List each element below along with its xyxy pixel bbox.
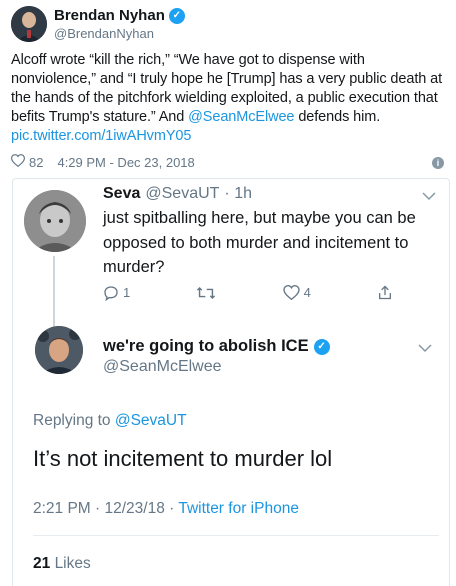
reply-author-name[interactable]: Seva bbox=[103, 185, 140, 203]
brendan-avatar-image bbox=[11, 6, 47, 42]
seva-avatar-image bbox=[24, 190, 86, 252]
outer-author-name-text[interactable]: Brendan Nyhan bbox=[54, 7, 165, 24]
likes-count: 21 bbox=[33, 555, 51, 572]
replying-to: Replying to @SevaUT bbox=[33, 412, 187, 430]
outer-author-name[interactable]: Brendan Nyhan ✓ bbox=[54, 7, 185, 24]
pic-link[interactable]: pic.twitter.com/1iwAHvmY05 bbox=[11, 128, 191, 144]
retweet-icon bbox=[197, 286, 216, 299]
main-author-name-text[interactable]: we're going to abolish ICE bbox=[103, 337, 309, 356]
retweet-button[interactable] bbox=[196, 285, 216, 301]
reply-tweet-text: just spitballing here, but maybe you can… bbox=[103, 209, 416, 276]
seva-avatar[interactable] bbox=[24, 190, 86, 252]
thread-line bbox=[53, 256, 55, 330]
replying-label: Replying to bbox=[33, 412, 115, 429]
sean-avatar[interactable] bbox=[35, 326, 83, 374]
main-author-name[interactable]: we're going to abolish ICE ✓ bbox=[103, 337, 330, 356]
replying-to-link[interactable]: @SevaUT bbox=[115, 412, 187, 429]
main-time-date[interactable]: 2:21 PM · 12/23/18 · bbox=[33, 500, 178, 517]
likes-summary[interactable]: 21 Likes bbox=[33, 555, 91, 573]
brendan-avatar[interactable] bbox=[11, 6, 47, 42]
main-tweet-meta: 2:21 PM · 12/23/18 · Twitter for iPhone bbox=[33, 500, 299, 518]
divider bbox=[33, 535, 439, 536]
outer-tweet-body: Alcoff wrote “kill the rich,” “We have g… bbox=[11, 51, 451, 146]
like-count: 4 bbox=[303, 285, 311, 300]
chevron-down-icon[interactable] bbox=[422, 188, 436, 204]
likes-label: Likes bbox=[54, 555, 91, 572]
client-link[interactable]: Twitter for iPhone bbox=[178, 500, 299, 517]
chevron-down-icon[interactable] bbox=[418, 340, 432, 356]
outer-tweet-meta: 82 4:29 PM - Dec 23, 2018 bbox=[10, 154, 195, 170]
heart-icon bbox=[282, 285, 300, 300]
outer-tweet-text-end: defends him. bbox=[294, 109, 381, 125]
info-icon[interactable]: i bbox=[432, 157, 444, 169]
reply-age[interactable]: · 1h bbox=[224, 185, 252, 203]
reply-action-bar: 1 4 bbox=[103, 284, 393, 301]
reply-author-handle[interactable]: @SevaUT bbox=[145, 185, 219, 203]
reply-icon bbox=[104, 285, 118, 301]
main-author-handle[interactable]: @SeanMcElwee bbox=[103, 358, 222, 376]
reply-count: 1 bbox=[123, 285, 131, 300]
heart-icon[interactable] bbox=[10, 154, 26, 170]
share-button[interactable] bbox=[377, 284, 393, 301]
outer-like-count: 82 bbox=[29, 154, 44, 170]
sean-avatar-image bbox=[35, 326, 83, 374]
outer-timestamp[interactable]: 4:29 PM - Dec 23, 2018 bbox=[57, 155, 194, 170]
mention-link[interactable]: @SeanMcElwee bbox=[188, 109, 294, 125]
share-icon bbox=[378, 285, 391, 300]
verified-badge-icon: ✓ bbox=[313, 338, 330, 355]
reply-button[interactable]: 1 bbox=[103, 285, 130, 301]
main-tweet-text: It’s not incitement to murder lol bbox=[33, 446, 333, 471]
outer-author-handle[interactable]: @BrendanNyhan bbox=[54, 26, 154, 41]
like-button[interactable]: 4 bbox=[282, 285, 311, 300]
outer-tweet: Brendan Nyhan ✓ @BrendanNyhan Alcoff wro… bbox=[0, 0, 456, 178]
reply-header: Seva @SevaUT · 1h bbox=[103, 185, 252, 203]
verified-badge-icon: ✓ bbox=[168, 7, 185, 24]
